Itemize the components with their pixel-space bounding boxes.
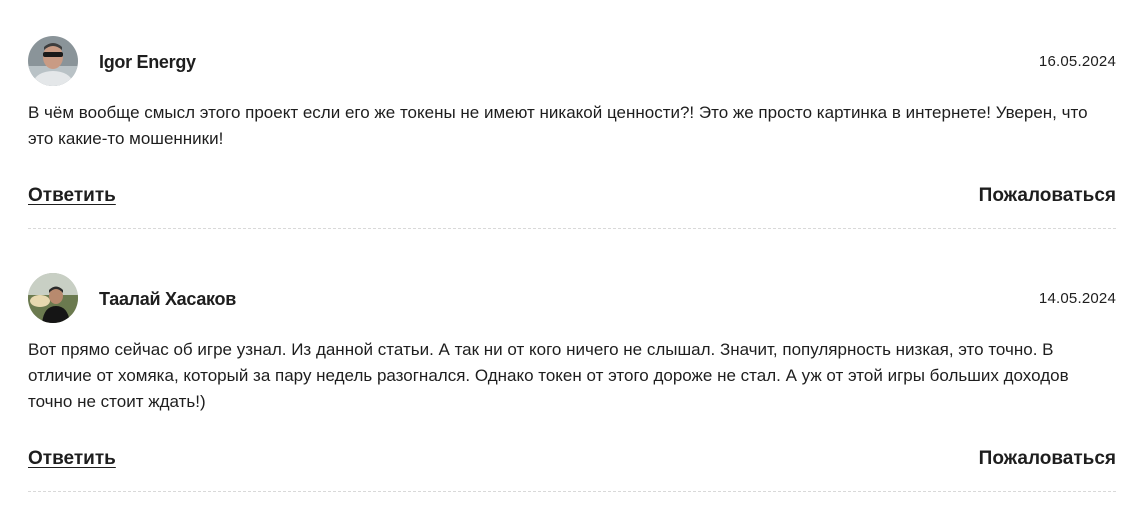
user-photo-avatar-icon [28, 36, 78, 86]
report-link[interactable]: Пожаловаться [979, 185, 1116, 207]
comment-date: 14.05.2024 [1038, 290, 1116, 307]
reply-link[interactable]: Ответить [28, 448, 116, 470]
comment-item: Igor Energy 16.05.2024 В чём вообще смыс… [28, 36, 1116, 229]
report-link[interactable]: Пожаловаться [979, 448, 1116, 470]
user-photo-avatar-icon [28, 273, 78, 323]
comment-text: Вот прямо сейчас об игре узнал. Из данно… [28, 340, 1069, 411]
comment-author: Igor Energy [99, 52, 196, 72]
user-avatar[interactable] [28, 273, 78, 323]
comment-actions: Ответить Пожаловаться [28, 448, 1116, 472]
comments-list: Igor Energy 16.05.2024 В чём вообще смыс… [0, 0, 1143, 506]
user-avatar[interactable] [28, 36, 78, 86]
comment-text: В чём вообще смысл этого проект если его… [28, 103, 1088, 148]
comment-divider [28, 228, 1116, 229]
comment-date: 16.05.2024 [1038, 53, 1116, 70]
reply-link[interactable]: Ответить [28, 185, 116, 207]
comment-divider [28, 491, 1116, 492]
comment-item: Таалай Хасаков 14.05.2024 Вот прямо сейч… [28, 273, 1116, 492]
comment-actions: Ответить Пожаловаться [28, 185, 1116, 209]
comment-author: Таалай Хасаков [99, 289, 236, 309]
